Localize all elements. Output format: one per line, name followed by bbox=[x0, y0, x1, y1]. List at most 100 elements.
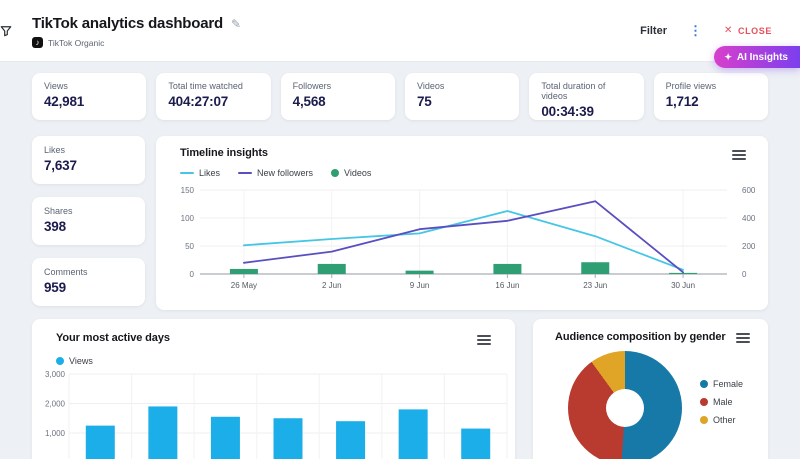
timeline-chart[interactable]: 0 0 50 200 100 400 150 600 26 May 2 Jun 9 Jun 16 Ju… bbox=[156, 186, 768, 298]
tiktok-icon: ♪ bbox=[32, 37, 43, 48]
data-source-label: TikTok Organic bbox=[48, 38, 104, 48]
side-stats-column: Likes 7,637 Shares 398 Comments 959 bbox=[32, 136, 145, 306]
legend-item-new-followers[interactable]: New followers bbox=[238, 168, 313, 178]
svg-text:400: 400 bbox=[742, 214, 756, 223]
views-swatch bbox=[56, 357, 64, 365]
stat-card-shares: Shares 398 bbox=[32, 197, 145, 245]
svg-text:0: 0 bbox=[742, 270, 747, 279]
legend-label: Videos bbox=[344, 168, 371, 178]
svg-text:100: 100 bbox=[181, 214, 195, 223]
svg-text:9 Jun: 9 Jun bbox=[410, 281, 430, 290]
legend-item-other[interactable]: Other bbox=[700, 415, 743, 425]
close-button[interactable]: ✕ CLOSE bbox=[724, 25, 772, 36]
svg-text:16 Jun: 16 Jun bbox=[495, 281, 519, 290]
page-title: TikTok analytics dashboard bbox=[32, 15, 223, 32]
legend-label: Other bbox=[713, 415, 736, 425]
likes-swatch bbox=[180, 172, 194, 174]
close-label: CLOSE bbox=[738, 26, 772, 36]
stat-card-followers: Followers 4,568 bbox=[281, 73, 395, 120]
svg-text:0: 0 bbox=[190, 270, 195, 279]
legend-label: Female bbox=[713, 379, 743, 389]
stat-label: Total duration of videos bbox=[541, 81, 631, 101]
gender-donut-chart[interactable] bbox=[568, 351, 682, 459]
stat-label: Comments bbox=[44, 267, 133, 277]
active-days-chart[interactable]: 1,000 2,000 3,000 bbox=[32, 371, 515, 459]
filter-label: Filter bbox=[640, 25, 667, 37]
legend-label: New followers bbox=[257, 168, 313, 178]
stat-value: 00:34:39 bbox=[541, 104, 631, 119]
stat-value: 7,637 bbox=[44, 158, 133, 173]
stat-card-views: Views 42,981 bbox=[32, 73, 146, 120]
days-legend: Views bbox=[56, 356, 93, 366]
stat-label: Videos bbox=[417, 81, 507, 91]
stat-label: Shares bbox=[44, 206, 133, 216]
svg-text:2 Jun: 2 Jun bbox=[322, 281, 342, 290]
svg-text:50: 50 bbox=[185, 242, 194, 251]
svg-text:600: 600 bbox=[742, 186, 756, 195]
gender-legend: Female Male Other bbox=[700, 379, 743, 425]
stat-card-comments: Comments 959 bbox=[32, 258, 145, 306]
legend-label: Male bbox=[713, 397, 733, 407]
stats-row: Views 42,981 Total time watched 404:27:0… bbox=[32, 73, 768, 120]
stat-card-total-time-watched: Total time watched 404:27:07 bbox=[156, 73, 270, 120]
stat-label: Followers bbox=[293, 81, 383, 91]
svg-text:3,000: 3,000 bbox=[45, 371, 66, 379]
stat-label: Total time watched bbox=[168, 81, 258, 91]
svg-text:2,000: 2,000 bbox=[45, 400, 66, 409]
most-active-days-card: Your most active days Views 1,000 2,000 3,… bbox=[32, 319, 515, 459]
more-options-icon[interactable]: ⋮ bbox=[689, 24, 702, 37]
ai-insights-label: AI Insights bbox=[737, 52, 788, 63]
timeline-legend: Likes New followers Videos bbox=[180, 168, 371, 178]
header-left: TikTok analytics dashboard ✎ ♪ TikTok Or… bbox=[0, 13, 241, 48]
chart-title: Your most active days bbox=[56, 332, 170, 344]
edit-title-icon[interactable]: ✎ bbox=[231, 17, 241, 31]
svg-text:23 Jun: 23 Jun bbox=[583, 281, 607, 290]
stat-value: 398 bbox=[44, 219, 133, 234]
svg-text:150: 150 bbox=[181, 186, 195, 195]
svg-text:30 Jun: 30 Jun bbox=[671, 281, 695, 290]
header-actions: Filter ⋮ ✕ CLOSE bbox=[640, 24, 800, 37]
header: TikTok analytics dashboard ✎ ♪ TikTok Or… bbox=[0, 0, 800, 62]
legend-label: Views bbox=[69, 356, 93, 366]
filter-button[interactable]: Filter bbox=[640, 25, 667, 37]
new-followers-swatch bbox=[238, 172, 252, 174]
stat-card-total-duration: Total duration of videos 00:34:39 bbox=[529, 73, 643, 120]
male-swatch bbox=[700, 398, 708, 406]
chart-menu-icon[interactable] bbox=[736, 333, 750, 345]
stat-label: Views bbox=[44, 81, 134, 91]
stat-value: 42,981 bbox=[44, 94, 134, 109]
svg-text:200: 200 bbox=[742, 242, 756, 251]
svg-text:1,000: 1,000 bbox=[45, 429, 66, 438]
svg-text:26 May: 26 May bbox=[231, 281, 257, 290]
sparkle-icon: ✦ bbox=[724, 52, 732, 63]
other-swatch bbox=[700, 416, 708, 424]
timeline-insights-card: Timeline insights Likes New followers Vi… bbox=[156, 136, 768, 310]
stat-value: 1,712 bbox=[666, 94, 756, 109]
close-icon: ✕ bbox=[724, 25, 733, 36]
stat-card-profile-views: Profile views 1,712 bbox=[654, 73, 768, 120]
stat-card-likes: Likes 7,637 bbox=[32, 136, 145, 184]
stat-card-videos: Videos 75 bbox=[405, 73, 519, 120]
stat-value: 404:27:07 bbox=[168, 94, 258, 109]
chart-menu-icon[interactable] bbox=[732, 150, 746, 162]
female-swatch bbox=[700, 380, 708, 388]
stat-value: 959 bbox=[44, 280, 133, 295]
legend-item-likes[interactable]: Likes bbox=[180, 168, 220, 178]
legend-item-views[interactable]: Views bbox=[56, 356, 93, 366]
tiktok-analytics-dashboard: TikTok analytics dashboard ✎ ♪ TikTok Or… bbox=[0, 0, 800, 459]
chart-title: Timeline insights bbox=[180, 147, 268, 159]
legend-item-male[interactable]: Male bbox=[700, 397, 743, 407]
chart-menu-icon[interactable] bbox=[477, 335, 491, 347]
legend-item-female[interactable]: Female bbox=[700, 379, 743, 389]
data-source: ♪ TikTok Organic bbox=[32, 37, 241, 48]
ai-insights-button[interactable]: ✦ AI Insights bbox=[714, 46, 800, 68]
donut-hole bbox=[606, 389, 644, 427]
stat-value: 75 bbox=[417, 94, 507, 109]
gender-composition-card: Audience composition by gender Female Ma… bbox=[533, 319, 768, 459]
stat-label: Profile views bbox=[666, 81, 756, 91]
videos-swatch bbox=[331, 169, 339, 177]
legend-item-videos[interactable]: Videos bbox=[331, 168, 371, 178]
stat-label: Likes bbox=[44, 145, 133, 155]
legend-label: Likes bbox=[199, 168, 220, 178]
stat-value: 4,568 bbox=[293, 94, 383, 109]
